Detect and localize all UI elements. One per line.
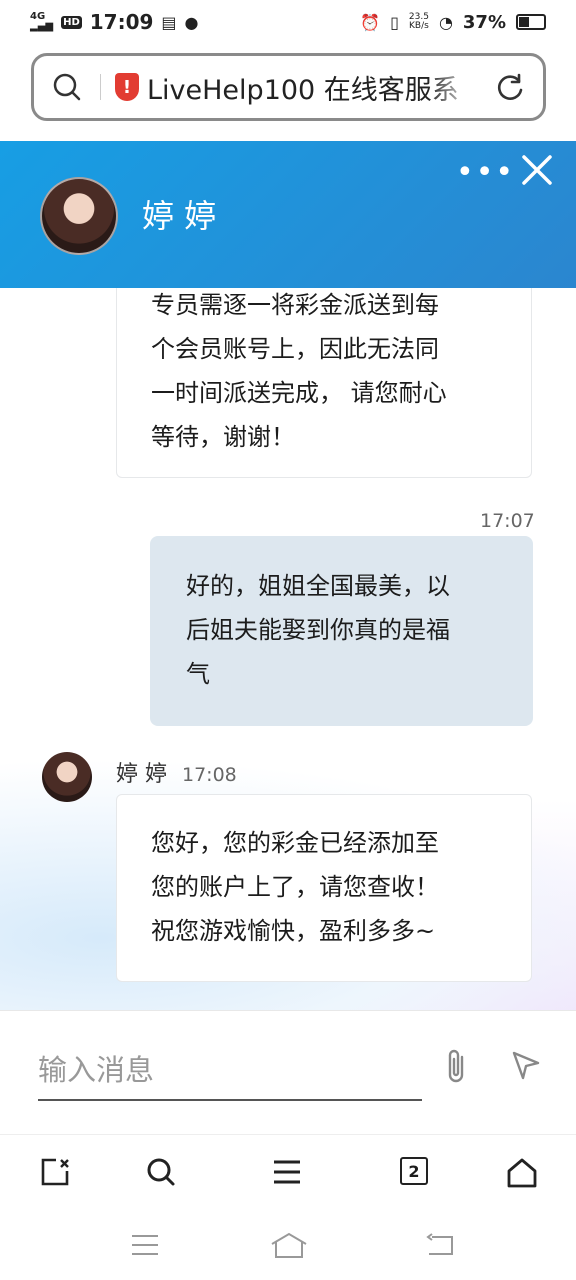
agent-avatar xyxy=(40,177,118,255)
battery-fill xyxy=(519,17,529,27)
sender-name-text: 婷 婷 xyxy=(116,762,167,787)
message-line: 个会员账号上，因此无法同 xyxy=(151,335,439,363)
message-time: 17:08 xyxy=(182,764,237,786)
close-page-icon[interactable] xyxy=(40,1157,70,1187)
message-composer xyxy=(0,1010,576,1134)
chat-header: 婷 婷 ••• xyxy=(0,141,576,288)
search-icon[interactable] xyxy=(52,72,82,102)
network-speed: 23.5 KB/s xyxy=(409,13,429,31)
message-line: 专员需逐一将彩金派送到每 xyxy=(151,291,439,319)
signal-icon: 4G ▂▄▆ xyxy=(30,11,54,32)
message-line: 后姐夫能娶到你真的是福 xyxy=(186,616,450,644)
battery-icon xyxy=(516,14,546,30)
notification-icon: ▤ xyxy=(161,12,177,32)
sender-name: 婷 婷 17:08 xyxy=(116,756,237,788)
message-line: 等待，谢谢！ xyxy=(151,423,295,451)
wifi-icon: ◔ xyxy=(438,12,453,32)
alarm-icon: ⏰ xyxy=(360,12,381,32)
message-line: 祝您游戏愉快，盈利多多~ xyxy=(151,917,436,945)
browser-toolbar: 2 xyxy=(0,1134,576,1214)
hd-badge: HD xyxy=(61,15,82,29)
agent-avatar-small xyxy=(42,752,92,802)
status-bar: 4G ▂▄▆ HD 17:09 ▤ ● ⏰ ▯ 23.5 KB/s ◔ 37% xyxy=(0,0,576,44)
battery-percent: 37% xyxy=(462,11,506,33)
message-input[interactable] xyxy=(38,1041,422,1101)
message-line: 好的，姐姐全国最美，以 xyxy=(186,572,450,600)
send-icon[interactable] xyxy=(510,1049,542,1081)
home-icon[interactable] xyxy=(506,1157,538,1189)
page-title-url[interactable]: LiveHelp100 在线客服系 xyxy=(147,68,477,107)
address-bar[interactable]: ! LiveHelp100 在线客服系 xyxy=(31,53,546,121)
attachment-icon[interactable] xyxy=(442,1047,472,1087)
close-icon[interactable] xyxy=(520,153,554,187)
message-time: 17:07 xyxy=(480,510,535,532)
menu-icon[interactable] xyxy=(272,1157,302,1187)
back-icon[interactable] xyxy=(424,1232,454,1258)
system-nav-bar xyxy=(0,1214,576,1280)
search-icon[interactable] xyxy=(146,1157,176,1187)
tabs-button[interactable]: 2 xyxy=(400,1157,428,1185)
chat-messages[interactable]: 专员需逐一将彩金派送到每 个会员账号上，因此无法同 一时间派送完成， 请您耐心 … xyxy=(0,288,576,1010)
reload-icon[interactable] xyxy=(495,72,525,102)
security-shield-icon[interactable]: ! xyxy=(115,73,139,101)
address-divider xyxy=(100,74,101,100)
message-line: 气 xyxy=(186,660,210,688)
incoming-message: 专员需逐一将彩金派送到每 个会员账号上，因此无法同 一时间派送完成， 请您耐心 … xyxy=(116,288,532,478)
speed-unit: KB/s xyxy=(409,21,429,31)
message-icon: ● xyxy=(184,12,199,32)
message-line: 一时间派送完成， 请您耐心 xyxy=(151,379,447,407)
message-line: 您好，您的彩金已经添加至 xyxy=(151,829,439,857)
vibrate-icon: ▯ xyxy=(390,12,399,32)
message-line: 您的账户上了，请您查收！ xyxy=(151,873,439,901)
agent-name: 婷 婷 xyxy=(142,197,217,235)
incoming-message: 您好，您的彩金已经添加至 您的账户上了，请您查收！ 祝您游戏愉快，盈利多多~ xyxy=(116,794,532,982)
network-type: 4G xyxy=(30,11,46,22)
outgoing-message: 好的，姐姐全国最美，以 后姐夫能娶到你真的是福 气 xyxy=(150,536,533,726)
system-home-icon[interactable] xyxy=(270,1232,308,1260)
recent-apps-icon[interactable] xyxy=(130,1232,160,1258)
status-time: 17:09 xyxy=(89,10,154,34)
more-options-icon[interactable]: ••• xyxy=(456,155,515,190)
